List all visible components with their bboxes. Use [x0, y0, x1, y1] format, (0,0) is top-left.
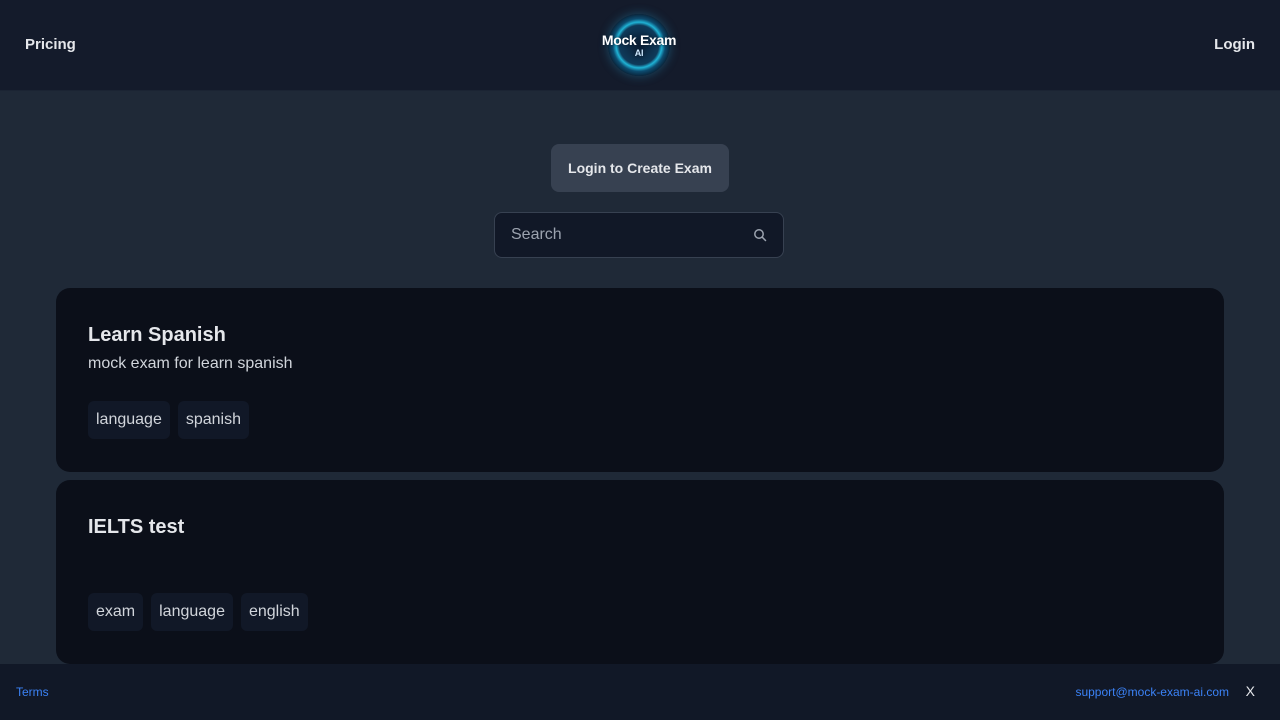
search-box: [494, 212, 784, 258]
logo-title: Mock Exam: [601, 32, 677, 48]
login-to-create-exam-button[interactable]: Login to Create Exam: [551, 144, 729, 192]
close-footer-button[interactable]: X: [1246, 683, 1255, 699]
logo[interactable]: Mock Exam AI: [598, 14, 680, 76]
tag[interactable]: exam: [88, 593, 144, 631]
tag[interactable]: spanish: [177, 401, 249, 439]
exam-title: IELTS test: [88, 516, 185, 538]
tag[interactable]: language: [88, 401, 170, 439]
exam-card[interactable]: IELTS test exam language english: [56, 480, 1224, 664]
exam-description: mock exam for learn spanish: [88, 355, 293, 372]
top-nav: Pricing Mock Exam AI Login: [0, 0, 1280, 91]
exam-title: Learn Spanish: [88, 324, 226, 346]
login-link[interactable]: Login: [1214, 36, 1255, 53]
terms-link[interactable]: Terms: [16, 685, 49, 699]
footer-bar: Terms support@mock-exam-ai.com X: [0, 664, 1280, 720]
search-icon[interactable]: [753, 228, 767, 242]
tag-list: exam language english: [88, 593, 308, 631]
logo-subtitle: AI: [634, 48, 644, 58]
tag-list: language spanish: [88, 401, 249, 439]
support-email-link[interactable]: support@mock-exam-ai.com: [1075, 685, 1229, 699]
pricing-link[interactable]: Pricing: [25, 36, 76, 53]
search-input[interactable]: [495, 213, 751, 257]
exam-card[interactable]: Learn Spanish mock exam for learn spanis…: [56, 288, 1224, 472]
tag[interactable]: language: [151, 593, 233, 631]
tag[interactable]: english: [240, 593, 308, 631]
